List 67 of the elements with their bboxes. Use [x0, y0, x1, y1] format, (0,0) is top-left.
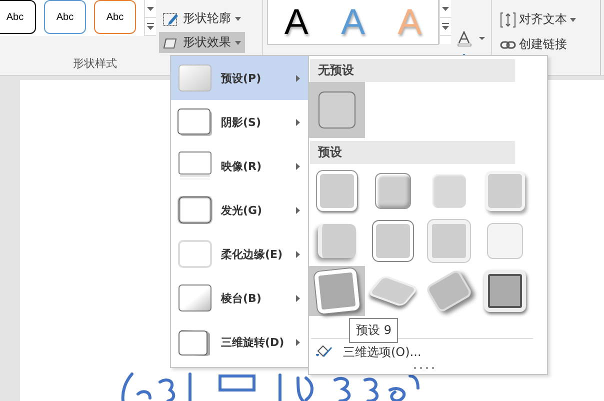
shape-style-swatch[interactable]: Abc [0, 0, 36, 34]
3d-options-item[interactable]: 三维选项(O)... [315, 342, 422, 363]
menu-item-label: 映像(R) [221, 158, 263, 174]
align-text-icon [500, 12, 516, 28]
bevel-square-icon [432, 174, 466, 208]
submenu-arrow-icon [296, 162, 300, 170]
caret-icon [235, 16, 241, 20]
submenu-arrow-icon [296, 294, 300, 302]
submenu-arrow-icon [296, 118, 300, 126]
shadow-effect-icon [177, 108, 213, 136]
expand-icon [442, 23, 449, 30]
bevel-square-icon [314, 268, 360, 314]
glow-effect-icon [177, 196, 213, 224]
bevel-square-icon [428, 220, 470, 262]
submenu-arrow-icon [296, 74, 300, 82]
reflection-effect-icon [177, 151, 213, 181]
submenu-arrow-icon [296, 338, 300, 346]
pencil-icon [163, 12, 179, 26]
shape-style-swatch[interactable]: Abc [94, 0, 136, 34]
menu-item-label: 预设(P) [221, 70, 262, 86]
menu-item[interactable]: 预设(P) [171, 56, 308, 100]
caret-icon [570, 18, 576, 22]
rotation-effect-icon [177, 327, 213, 357]
link-icon [500, 40, 516, 50]
caret-icon [442, 6, 449, 10]
bevel-square-icon [373, 221, 413, 261]
no-preset-option[interactable] [309, 82, 365, 138]
menu-item[interactable]: 柔化边缘(E) [171, 232, 308, 276]
ribbon-button[interactable]: 对齐文本 [500, 9, 600, 30]
bevel-square-icon [375, 173, 411, 209]
bevel-effect-icon [177, 284, 213, 312]
menu-item-label: 棱台(B) [221, 290, 262, 306]
section-header: 预设 [310, 141, 515, 164]
menu-item-label: 柔化边缘(E) [221, 246, 284, 262]
caret-icon [147, 6, 154, 10]
menu-item[interactable]: 三维旋转(D) [171, 320, 308, 364]
wordart-style[interactable]: A [284, 1, 308, 43]
bevel-square-icon [487, 223, 523, 259]
bevel-square-icon [484, 270, 526, 312]
menu-item[interactable]: 映像(R) [171, 144, 308, 188]
preset-option[interactable] [309, 266, 365, 316]
menu-item[interactable]: 发光(G) [171, 188, 308, 232]
plain-square-icon [318, 91, 356, 129]
bevel-square-icon [317, 171, 357, 211]
text-outline-icon[interactable] [457, 31, 487, 47]
section-header: 无预设 [310, 59, 515, 82]
submenu-arrow-icon [296, 206, 300, 214]
ribbon-button[interactable]: 形状效果 [159, 32, 245, 53]
menu-item[interactable]: 棱台(B) [171, 276, 308, 320]
group-label: 形状样式 [72, 56, 118, 71]
menu-item-label: 发光(G) [221, 202, 264, 218]
caret-icon [235, 40, 241, 44]
resize-grip-icon[interactable] [414, 367, 434, 370]
bevel-square-icon [318, 224, 356, 258]
bevel-square-icon [485, 171, 525, 211]
expand-icon [147, 23, 154, 30]
preset-effect-icon [177, 64, 213, 92]
ribbon-button[interactable]: 创建链接 [500, 34, 600, 55]
shape-style-swatch[interactable]: Abc [44, 0, 86, 34]
shape-effects-icon [163, 36, 179, 50]
menu-item[interactable]: 阴影(S) [171, 100, 308, 144]
menu-item-label: 三维旋转(D) [221, 334, 286, 350]
submenu-arrow-icon [296, 250, 300, 258]
soft-edges-icon [177, 240, 213, 268]
ribbon-button[interactable]: 形状轮廓 [159, 8, 245, 29]
tooltip: 预设 9 [349, 318, 398, 343]
menu-item-label: 阴影(S) [221, 114, 262, 130]
